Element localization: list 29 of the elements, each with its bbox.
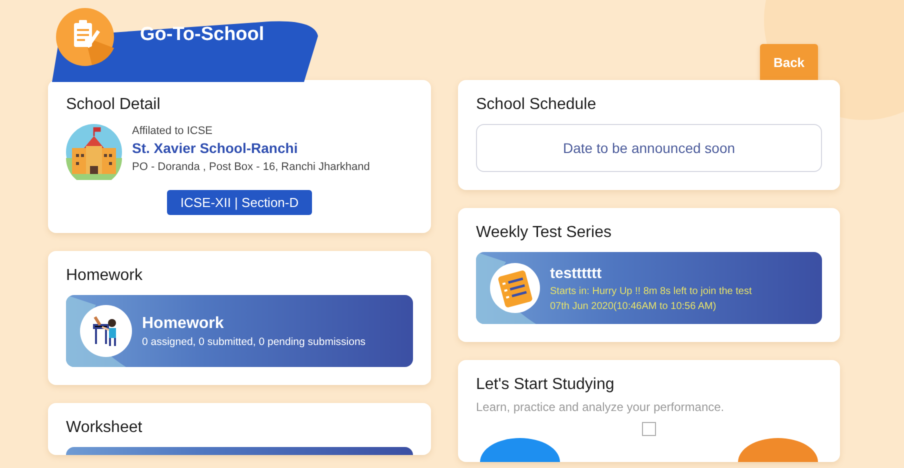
school-building-icon xyxy=(66,124,122,180)
test-name: testttttt xyxy=(550,264,603,282)
card-title: Worksheet xyxy=(66,419,144,437)
round-badge-icon[interactable] xyxy=(738,438,818,462)
test-time: 07th Jun 2020(10:46AM to 10:56 AM) xyxy=(550,300,718,312)
card-title: Weekly Test Series xyxy=(476,224,612,242)
class-section-badge: ICSE-XII | Section-D xyxy=(167,190,312,215)
banner-card[interactable] xyxy=(66,447,413,455)
test-countdown: Starts in: Hurry Up !! 8m 8s left to join the test xyxy=(550,286,752,296)
clipboard-pencil-icon xyxy=(56,8,114,66)
schedule-message: Date to be announced soon xyxy=(476,124,822,172)
study-subtitle: Learn, practice and analyze your performance. xyxy=(476,400,726,414)
banner-card[interactable]: Homework 0 assigned, 0 submitted, 0 pending submissions xyxy=(66,295,413,367)
school-address: PO - Doranda , Post Box - 16, Ranchi Jharkhand xyxy=(132,161,370,173)
card-title: Homework xyxy=(66,267,144,285)
round-tile-icon[interactable] xyxy=(480,438,560,462)
banner-card[interactable]: testttttt Starts in: Hurry Up !! 8m 8s left to join the test 07th Jun 2020(10:46AM to 10:56 AM) xyxy=(476,252,822,324)
card-title: School Schedule xyxy=(476,96,598,114)
image-placeholder-icon xyxy=(642,422,656,436)
test-paper-icon xyxy=(490,263,540,313)
back-button[interactable]: Back xyxy=(760,44,818,80)
card-title: School Detail xyxy=(66,96,162,114)
card-title: Let's Start Studying xyxy=(476,376,616,394)
school-name: St. Xavier School-Ranchi xyxy=(132,140,299,156)
student-at-desk-icon xyxy=(80,305,132,357)
affiliation-text: Affilated to ICSE xyxy=(132,125,214,137)
homework-summary: 0 assigned, 0 submitted, 0 pending submissions xyxy=(142,336,366,348)
app-title: Go-To-School xyxy=(140,24,264,46)
banner-title: Homework xyxy=(142,314,225,332)
